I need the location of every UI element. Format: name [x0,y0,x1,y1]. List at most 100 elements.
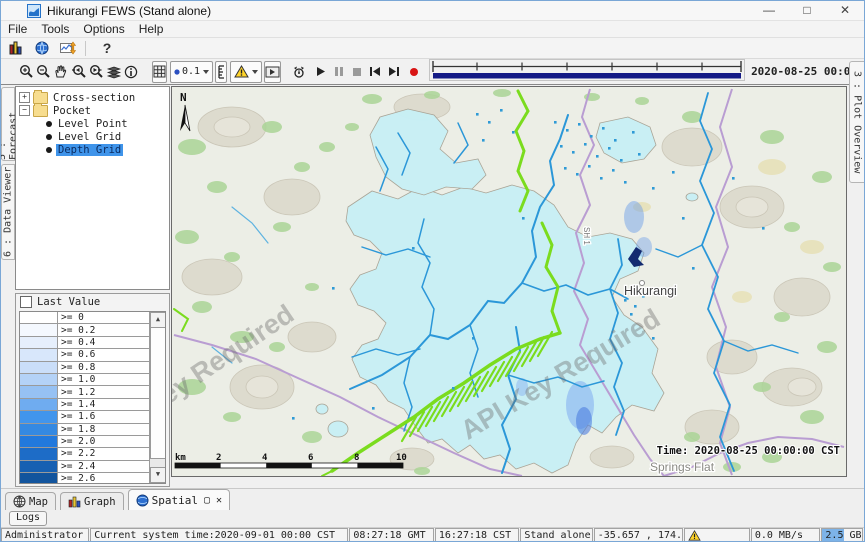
grid-layer-icon[interactable] [152,61,167,83]
legend-row[interactable]: >= 2.6 [20,473,150,484]
app-window: Hikurangi FEWS (Stand alone) — □ ✕ File … [0,0,865,542]
menu-file[interactable]: File [1,22,34,36]
timeline-datetime: 2020-08-25 00:00:00 CST [751,65,865,78]
svg-text:N: N [180,91,187,104]
tree-item-label: Level Point [56,118,130,130]
info-icon[interactable] [124,62,138,82]
legend-row-label: >= 0.6 [58,349,95,360]
legend-color-swatch [20,324,58,335]
logs-tab[interactable]: Logs [9,511,47,526]
minimize-button[interactable]: — [750,1,788,20]
node-bullet-icon [46,147,52,153]
zoom-in-icon[interactable] [19,62,34,82]
help-icon[interactable]: ? [96,39,118,57]
legend-color-swatch [20,312,58,323]
animation-settings-icon[interactable] [291,62,307,82]
tab-close-icon[interactable]: ✕ [216,495,222,506]
tab-spatial[interactable]: Spatial ▢ ✕ [128,489,230,510]
map-viewport[interactable]: API Key Required API Key Required Hikura… [171,86,847,477]
menu-help[interactable]: Help [132,22,171,36]
last-value-checkbox-row[interactable]: Last Value [16,294,169,309]
sidebar-tab-forecast[interactable]: 5 : Forecast [1,87,15,161]
expand-plus-icon[interactable]: + [19,92,30,103]
legend-row[interactable]: >= 1.2 [20,386,150,398]
tree-item-level-point[interactable]: Level Point [16,117,169,130]
scroll-up-icon[interactable]: ▲ [150,312,166,328]
legend-color-swatch [20,473,58,484]
step-start-icon[interactable] [369,62,381,82]
ruler-icon[interactable] [215,61,227,83]
legend-row[interactable]: >= 1.4 [20,399,150,411]
menu-bar: File Tools Options Help [1,21,864,38]
pause-icon[interactable] [334,62,344,82]
scrollbar-thumb[interactable] [150,327,166,459]
status-warning-cell[interactable] [684,528,750,542]
play-icon[interactable] [315,62,326,82]
tree-item-depth-grid[interactable]: Depth Grid [16,143,169,156]
record-icon[interactable] [409,62,419,82]
legend-panel: Last Value >= 0 >= 0.2 >= 0.4 >= 0.6 >= … [15,293,170,487]
checkbox-icon[interactable] [20,296,32,308]
tab-graph[interactable]: Graph [60,492,124,510]
title-bar[interactable]: Hikurangi FEWS (Stand alone) — □ ✕ [1,1,864,21]
svg-text:2: 2 [216,453,221,463]
tree-item-pocket[interactable]: − Pocket [16,104,169,117]
tab-maximize-icon[interactable]: ▢ [204,495,210,506]
scroll-down-icon[interactable]: ▼ [150,467,166,483]
legend-row[interactable]: >= 0.6 [20,349,150,361]
legend-scrollbar[interactable]: ▲ ▼ [149,312,165,483]
collapse-minus-icon[interactable]: − [19,105,30,116]
status-throughput: 0.0 MB/s [751,528,821,542]
legend-row[interactable]: >= 1.8 [20,424,150,436]
legend-row[interactable]: >= 1.0 [20,374,150,386]
close-button[interactable]: ✕ [826,1,864,20]
place-label: Springs Flat [650,460,715,474]
legend-row[interactable]: >= 0.2 [20,324,150,336]
tree-item-level-grid[interactable]: Level Grid [16,130,169,143]
menu-options[interactable]: Options [76,22,131,36]
legend-row[interactable]: >= 2.4 [20,461,150,473]
tab-spatial-label: Spatial [152,494,198,507]
contour-interval-dropdown[interactable]: 0.1 [170,61,213,83]
stop-icon[interactable] [352,62,362,82]
legend-row-label: >= 0.4 [58,337,95,348]
bar-chart-icon [68,496,81,508]
legend-row[interactable]: >= 2.0 [20,436,150,448]
timeseries-display-icon[interactable] [57,39,79,57]
main-toolbar: ? [1,38,864,59]
map-canvas[interactable]: API Key Required API Key Required Hikura… [172,87,846,476]
open-display-icon[interactable] [264,61,281,83]
map-toolbar: 0.1 [1,59,864,85]
time-slider[interactable] [429,59,745,84]
sidebar-tab-plot-overview[interactable]: 3 : Plot Overview [849,61,865,183]
tree-item-label: Pocket [51,105,93,117]
legend-row[interactable]: >= 0.8 [20,362,150,374]
tree-item-label: Cross-section [51,92,137,104]
maximize-button[interactable]: □ [788,1,826,20]
last-value-label: Last Value [37,296,100,308]
spatial-display-icon[interactable] [31,39,53,57]
pan-hand-icon[interactable] [53,62,68,82]
zoom-next-icon[interactable] [88,62,104,82]
app-icon [27,4,41,18]
step-end-icon[interactable] [388,62,400,82]
zoom-previous-icon[interactable] [70,62,86,82]
svg-text:8: 8 [354,453,359,463]
tree-item-label-selected: Depth Grid [56,144,123,156]
tab-map[interactable]: Map [5,492,56,510]
warning-dropdown[interactable] [230,61,262,83]
sidebar-tab-data-viewer[interactable]: 6 : Data Viewer [1,164,15,260]
legend-color-swatch [20,424,58,435]
legend-row[interactable]: >= 1.6 [20,411,150,423]
legend-row-label: >= 2.4 [58,461,95,472]
zoom-out-icon[interactable] [36,62,51,82]
legend-row[interactable]: >= 0 [20,312,150,324]
layers-icon[interactable] [106,62,122,82]
legend-row[interactable]: >= 0.4 [20,337,150,349]
legend-color-swatch [20,399,58,410]
legend-row[interactable]: >= 2.2 [20,448,150,460]
chevron-down-icon [203,70,209,74]
legend-table: >= 0 >= 0.2 >= 0.4 >= 0.6 >= 0.8 >= 1.0 … [19,311,166,484]
grid-display-icon[interactable] [5,39,27,57]
menu-tools[interactable]: Tools [34,22,76,36]
